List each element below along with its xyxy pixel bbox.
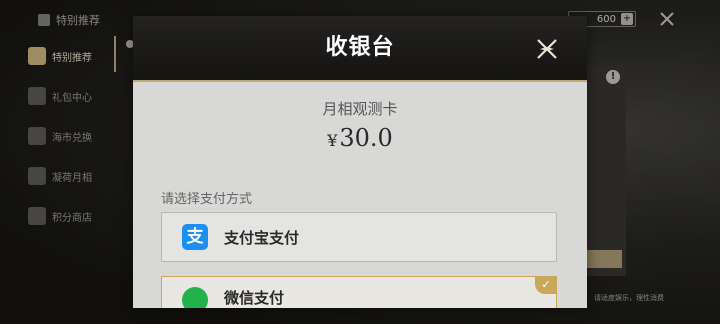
modal-body: 月相观测卡 ¥30.0 请选择支付方式 支 支付宝支付 微信支付 ✓ [133, 82, 587, 308]
pay-method-label: 请选择支付方式 [161, 192, 253, 207]
alipay-label: 支付宝支付 [224, 228, 300, 247]
modal-title: 收银台 [325, 35, 395, 60]
wechat-option[interactable]: 微信支付 ✓ [161, 276, 557, 308]
alipay-icon: 支 [182, 224, 208, 250]
close-button[interactable] [532, 34, 562, 64]
price-value: 30.0 [339, 124, 393, 152]
currency-symbol: ¥ [327, 131, 338, 150]
alipay-option[interactable]: 支 支付宝支付 [161, 212, 557, 262]
cashier-modal: 收银台 月相观测卡 ¥30.0 请选择支付方式 支 支付宝支付 微信支付 ✓ [133, 16, 587, 308]
modal-header: 收银台 [133, 16, 587, 82]
product-price: ¥30.0 [133, 124, 587, 152]
wechat-label: 微信支付 [224, 289, 285, 307]
close-icon [537, 39, 557, 59]
wechat-icon [182, 287, 208, 308]
product-name: 月相观测卡 [322, 100, 398, 118]
selected-check-icon: ✓ [535, 276, 557, 294]
